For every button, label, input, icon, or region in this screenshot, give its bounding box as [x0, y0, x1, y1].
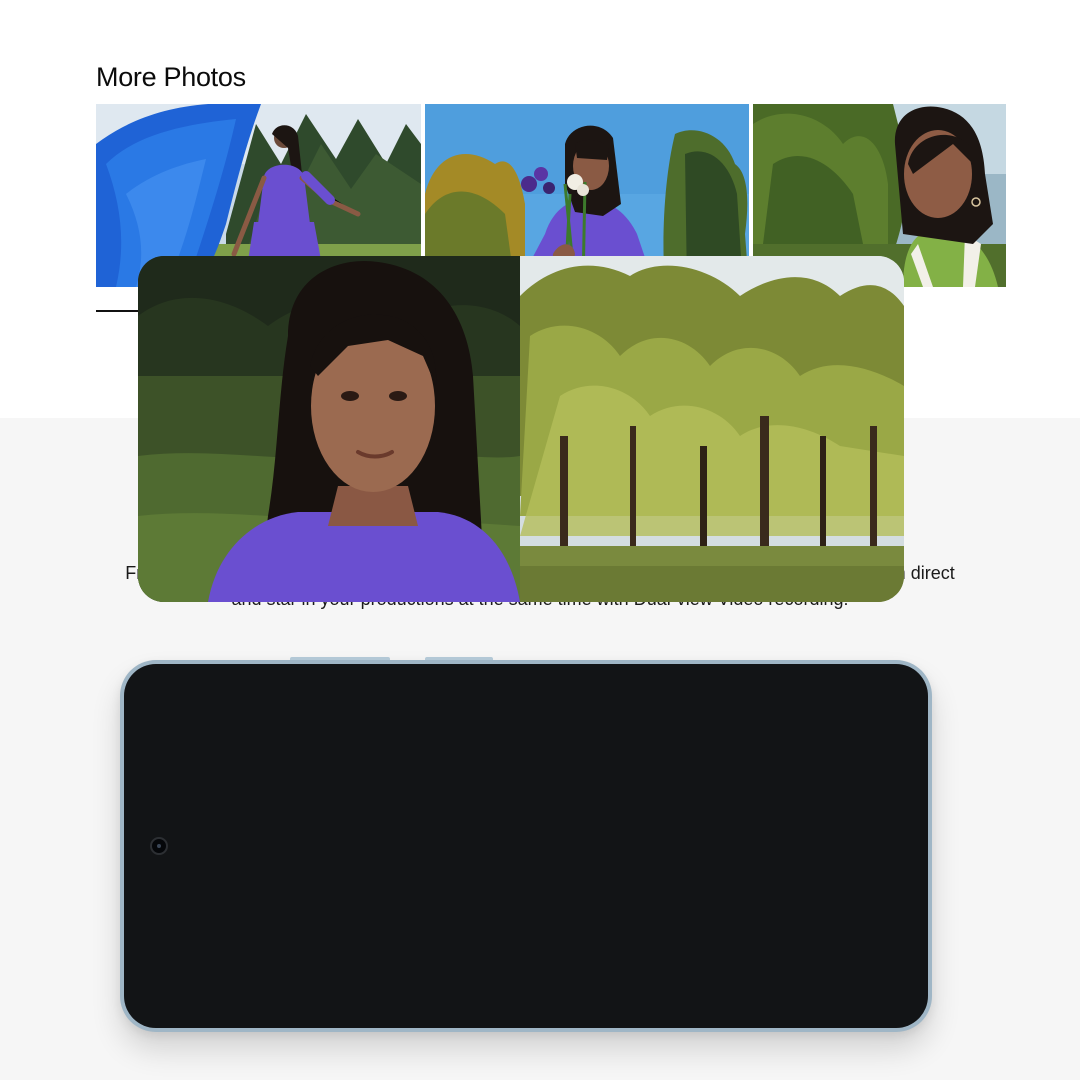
phone-mockup — [120, 657, 932, 1032]
dual-view-screen — [138, 256, 904, 602]
section-title: More Photos — [96, 62, 246, 92]
phone-side-button — [290, 657, 390, 660]
carousel-progress-fill — [96, 309, 140, 312]
phone-side-button — [425, 657, 493, 660]
phone-bezel — [124, 664, 928, 1028]
front-camera-view — [138, 256, 520, 602]
front-camera-icon — [150, 837, 168, 855]
rear-camera-view — [520, 256, 904, 602]
